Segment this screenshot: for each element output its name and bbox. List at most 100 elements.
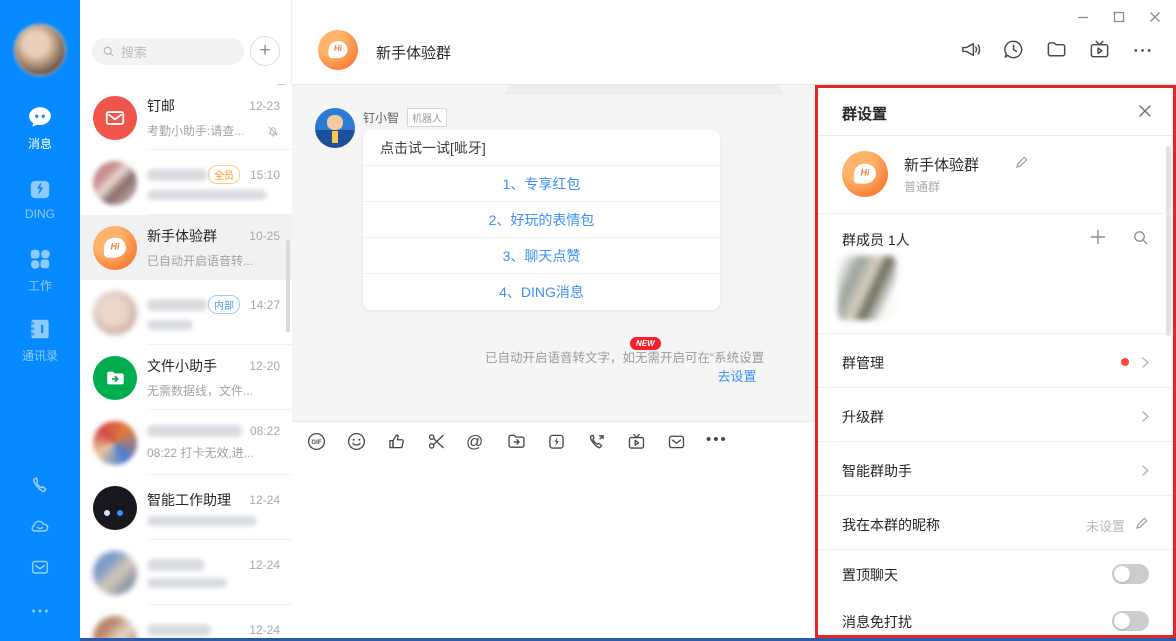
chat-time: 12-24 [249, 623, 280, 637]
chat-bubble-icon [27, 104, 53, 130]
member-avatar[interactable] [838, 256, 896, 320]
rail-label: 消息 [28, 137, 52, 151]
chat-time: 15:10 [250, 168, 280, 182]
chat-time: 12-24 [249, 493, 280, 507]
blurred-avatar [93, 421, 137, 465]
group-members-section: 群成员 1人 [818, 214, 1173, 334]
chat-list-item[interactable]: 12-24 [80, 540, 292, 605]
mute-label: 消息免打扰 [842, 612, 912, 632]
mail-message-icon[interactable] [666, 431, 687, 452]
toolbar-more-icon[interactable]: ••• [706, 431, 727, 452]
redacted-name [147, 169, 208, 181]
message-link-emoji[interactable]: 2、好玩的表情包 [363, 202, 720, 238]
chat-list-item-attendance[interactable]: 08:22 08:22 打卡无效,进... [80, 410, 292, 475]
minimize-button[interactable] [1076, 10, 1090, 24]
badge-all-members: 全员 [208, 165, 240, 184]
live-video-icon[interactable] [1088, 38, 1111, 61]
message-link-ding[interactable]: 4、DING消息 [363, 274, 720, 310]
chat-list-item-group[interactable]: 全员 15:10 [80, 150, 292, 215]
go-to-settings-link[interactable]: 去设置 [692, 366, 782, 385]
nickname-row[interactable]: 我在本群的昵称 未设置 [818, 496, 1173, 550]
rail-item-work[interactable]: 工作 [0, 246, 80, 294]
chat-history-icon[interactable] [1002, 38, 1025, 61]
message-link-redpacket[interactable]: 1、专享红包 [363, 166, 720, 202]
user-avatar[interactable] [14, 24, 66, 76]
chat-list: 钉邮12-23 考勤小助手:请查... 全员 15:10 Hi 新手体验群10-2… [80, 85, 292, 641]
chat-list-item[interactable]: 12-24 [80, 605, 292, 641]
chat-list-item-file-helper[interactable]: 文件小助手12-20 无需数据线，文件... [80, 345, 292, 410]
rail-item-ding[interactable]: DING [0, 176, 80, 221]
cloud-icon[interactable] [29, 515, 51, 537]
svg-text:GIF: GIF [311, 439, 321, 446]
chat-list-item-work-assistant[interactable]: 智能工作助理12-24 [80, 475, 292, 540]
panel-close-icon[interactable] [1137, 103, 1153, 119]
search-placeholder: 搜索 [121, 42, 147, 61]
search-input[interactable]: 搜索 [92, 38, 244, 65]
edit-nickname-icon[interactable] [1134, 516, 1149, 531]
blurred-avatar [93, 551, 137, 595]
phone-icon[interactable] [29, 474, 51, 496]
mute-toggle[interactable] [1112, 611, 1149, 631]
redacted-name [147, 559, 205, 571]
badge-internal: 内部 [208, 295, 240, 314]
emoji-icon[interactable] [346, 431, 367, 452]
group-info-section: Hi 新手体验群 普通群 [818, 136, 1173, 214]
work-grid-icon [27, 246, 53, 272]
group-settings-panel: 群设置 Hi 新手体验群 普通群 群成员 1人 群管理 升级群 智能群助手 我在… [815, 85, 1176, 638]
scissors-icon[interactable] [426, 431, 447, 452]
upgrade-group-row[interactable]: 升级群 [818, 388, 1173, 442]
chat-list-scrollbar[interactable] [286, 240, 290, 332]
edit-group-name-icon[interactable] [1014, 155, 1029, 170]
system-notice: 已自动开启语音转文字，如无需开启可在“系统设置 [485, 347, 764, 366]
partial-message-bubble [505, 85, 783, 95]
chevron-right-icon [1140, 409, 1151, 420]
chat-list-item-newbie-group[interactable]: Hi 新手体验群10-25 已自动开启语音转... [80, 215, 292, 280]
message-link-like[interactable]: 3、聊天点赞 [363, 238, 720, 274]
chat-list-item-internal[interactable]: 内部 14:27 [80, 280, 292, 345]
add-member-icon[interactable] [1089, 228, 1107, 246]
sender-name: 钉小智 [363, 109, 399, 126]
more-options-icon[interactable] [1131, 38, 1154, 61]
maximize-button[interactable] [1112, 10, 1126, 24]
chat-header-avatar-icon: Hi [318, 30, 358, 70]
group-name: 新手体验群 [904, 154, 979, 175]
mention-icon[interactable]: @ [466, 431, 487, 452]
thumbs-up-icon[interactable] [386, 431, 407, 452]
group-avatar-icon[interactable]: Hi [842, 151, 888, 197]
blurred-avatar [93, 291, 137, 335]
add-button[interactable]: + [250, 36, 280, 66]
rail-item-contacts[interactable]: 通讯录 [0, 316, 80, 364]
search-member-icon[interactable] [1132, 229, 1149, 246]
chat-time: 08:22 [250, 424, 280, 438]
files-folder-icon[interactable] [1045, 38, 1068, 61]
new-badge: NEW [630, 337, 661, 350]
chat-list-item-dingmail[interactable]: 钉邮12-23 考勤小助手:请查... [80, 85, 292, 150]
nickname-value: 未设置 [1086, 516, 1125, 535]
panel-title: 群设置 [842, 103, 887, 124]
pin-chat-toggle[interactable] [1112, 564, 1149, 584]
ding-lightning-icon [27, 176, 53, 202]
redacted-name [147, 425, 242, 437]
redacted-name [147, 299, 208, 311]
window-controls [1076, 10, 1162, 24]
chat-time: 14:27 [250, 298, 280, 312]
chat-list-panel: 搜索 + 钉邮12-23 考勤小助手:请查... 全员15:10 Hi [80, 0, 292, 641]
gif-icon[interactable]: GIF [306, 431, 327, 452]
chat-preview: 08:22 打卡无效,进... [147, 444, 280, 461]
video-conference-icon[interactable] [626, 431, 647, 452]
close-button[interactable] [1148, 10, 1162, 24]
smart-assistant-row[interactable]: 智能群助手 [818, 442, 1173, 496]
mail-icon[interactable] [29, 556, 51, 578]
ding-task-icon[interactable] [546, 431, 567, 452]
more-icon[interactable] [29, 600, 51, 622]
group-management-row[interactable]: 群管理 [818, 334, 1173, 388]
sender-avatar[interactable] [315, 108, 355, 148]
chat-header: Hi 新手体验群 [292, 0, 1176, 85]
call-icon[interactable] [586, 431, 607, 452]
rail-item-messages[interactable]: 消息 [0, 104, 80, 152]
chevron-right-icon [1140, 355, 1151, 366]
announcement-icon[interactable] [959, 38, 982, 61]
send-file-icon[interactable] [506, 431, 527, 452]
redacted-preview [147, 190, 267, 200]
chat-preview: 已自动开启语音转... [147, 252, 280, 269]
